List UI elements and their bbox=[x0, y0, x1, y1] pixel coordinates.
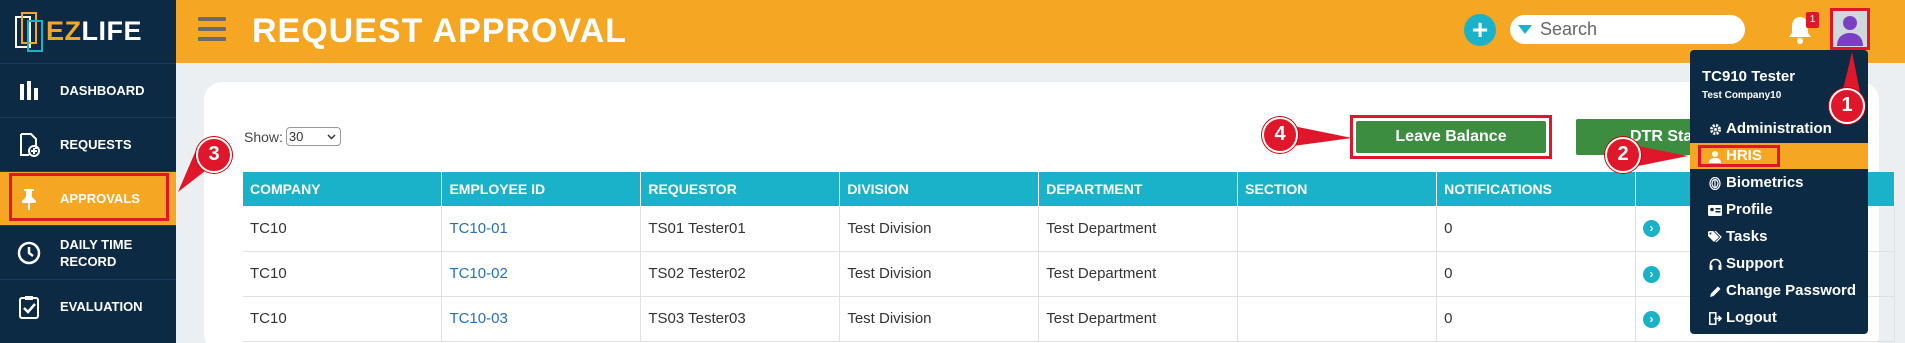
column-header[interactable]: SECTION bbox=[1237, 172, 1438, 206]
page-size-value: 30 bbox=[288, 129, 304, 144]
menu-item-label: Change Password bbox=[1726, 282, 1857, 299]
search-bar bbox=[1510, 15, 1772, 44]
top-bar: REQUEST APPROVAL + 1 bbox=[176, 0, 1905, 63]
cell-employee-id[interactable]: TC10-03 bbox=[441, 296, 642, 342]
app-logo[interactable]: EZLIFE bbox=[0, 0, 176, 63]
tags-icon bbox=[1708, 230, 1722, 244]
sidebar-item-label: DASHBOARD bbox=[60, 83, 145, 98]
menu-item-label: Biometrics bbox=[1726, 174, 1804, 191]
column-header[interactable]: DIVISION bbox=[839, 172, 1040, 206]
leave-balance-button[interactable]: Leave Balance bbox=[1356, 121, 1546, 153]
menu-item-label: Administration bbox=[1726, 120, 1832, 137]
cell-company: TC10 bbox=[243, 251, 443, 297]
cell-employee-id[interactable]: TC10-02 bbox=[441, 251, 642, 297]
cell-department: Test Department bbox=[1038, 251, 1239, 297]
cell-section bbox=[1237, 206, 1438, 252]
search-input[interactable] bbox=[1540, 19, 1772, 40]
logo-text-life: LIFE bbox=[81, 16, 143, 46]
menu-item-logout[interactable]: Logout bbox=[1690, 305, 1868, 331]
menu-item-change-password[interactable]: Change Password bbox=[1690, 278, 1868, 304]
cell-notifications: 0 bbox=[1436, 206, 1637, 252]
page-title: REQUEST APPROVAL bbox=[252, 12, 627, 50]
column-header[interactable]: COMPANY bbox=[243, 172, 443, 206]
leave-balance-highlight: Leave Balance bbox=[1350, 115, 1552, 159]
sidebar-item-label: EVALUATION bbox=[60, 299, 143, 314]
sidebar-item-requests[interactable]: REQUESTS bbox=[0, 117, 176, 171]
sidebar-item-label: REQUESTS bbox=[60, 137, 132, 152]
cell-department: Test Department bbox=[1038, 296, 1239, 342]
pencil-icon bbox=[1708, 284, 1722, 298]
headset-icon bbox=[1708, 257, 1722, 271]
approvals-highlight bbox=[9, 173, 169, 221]
table-row[interactable]: TC10 TC10-03 TS03 Tester03 Test Division… bbox=[243, 296, 1895, 342]
menu-item-label: Logout bbox=[1726, 309, 1777, 326]
menu-item-tasks[interactable]: Tasks bbox=[1690, 224, 1868, 250]
logo-icon bbox=[15, 11, 43, 52]
arrow-right-circle-icon[interactable]: › bbox=[1643, 220, 1661, 238]
clock-icon bbox=[16, 240, 42, 266]
table-row[interactable]: TC10 TC10-01 TS01 Tester01 Test Division… bbox=[243, 206, 1895, 252]
user-name: TC910 Tester bbox=[1702, 68, 1796, 85]
annotation-marker-1: 1 bbox=[1829, 88, 1865, 124]
avatar-icon bbox=[1837, 16, 1863, 46]
show-label: Show: bbox=[244, 128, 283, 145]
logo-text-ez: EZ bbox=[46, 16, 82, 46]
user-company: Test Company10 bbox=[1702, 90, 1782, 101]
arrow-right-circle-icon[interactable]: › bbox=[1643, 265, 1661, 283]
column-header[interactable]: NOTIFICATIONS bbox=[1436, 172, 1637, 206]
hamburger-menu-icon[interactable] bbox=[198, 17, 226, 45]
sidebar-item-label: DAILY TIME RECORD bbox=[60, 236, 133, 269]
column-header[interactable]: DEPARTMENT bbox=[1038, 172, 1239, 206]
cell-department: Test Department bbox=[1038, 206, 1239, 252]
fingerprint-icon bbox=[1708, 176, 1722, 190]
hris-highlight bbox=[1698, 145, 1780, 167]
cell-requestor: TS02 Tester02 bbox=[640, 251, 841, 297]
cell-notifications: 0 bbox=[1436, 296, 1637, 342]
cell-employee-id[interactable]: TC10-01 bbox=[441, 206, 642, 252]
arrow-right-circle-icon[interactable]: › bbox=[1643, 310, 1661, 328]
sidebar: EZLIFE DASHBOARD REQUESTS APPROVALS DAIL… bbox=[0, 0, 176, 343]
menu-item-hris[interactable]: HRIS bbox=[1690, 143, 1868, 169]
column-header[interactable]: EMPLOYEE ID bbox=[441, 172, 642, 206]
menu-item-support[interactable]: Support bbox=[1690, 251, 1868, 277]
menu-item-label: Support bbox=[1726, 255, 1784, 272]
cell-company: TC10 bbox=[243, 296, 443, 342]
annotation-marker-2: 2 bbox=[1605, 137, 1641, 173]
cell-notifications: 0 bbox=[1436, 251, 1637, 297]
bar-chart-icon bbox=[16, 78, 42, 104]
gear-icon bbox=[1708, 122, 1722, 136]
cell-requestor: TS01 Tester01 bbox=[640, 206, 841, 252]
checklist-icon bbox=[16, 294, 42, 320]
document-add-icon bbox=[16, 132, 42, 158]
table-header-row: COMPANY EMPLOYEE ID REQUESTOR DIVISION D… bbox=[243, 172, 1895, 206]
menu-item-label: Tasks bbox=[1726, 228, 1768, 245]
menu-item-profile[interactable]: Profile bbox=[1690, 197, 1868, 223]
search-filter-caret-icon[interactable] bbox=[1518, 25, 1532, 34]
notification-badge: 1 bbox=[1806, 12, 1819, 28]
sidebar-item-daily-time-record[interactable]: DAILY TIME RECORD bbox=[0, 225, 176, 279]
cell-requestor: TS03 Tester03 bbox=[640, 296, 841, 342]
annotation-marker-3: 3 bbox=[196, 137, 232, 173]
chevron-down-icon bbox=[327, 133, 336, 140]
menu-item-biometrics[interactable]: Biometrics bbox=[1690, 170, 1868, 196]
cell-division: Test Division bbox=[839, 206, 1040, 252]
sidebar-item-evaluation[interactable]: EVALUATION bbox=[0, 279, 176, 333]
cell-section bbox=[1237, 296, 1438, 342]
page-size-control: Show: 30 bbox=[244, 127, 341, 146]
user-avatar-button[interactable] bbox=[1830, 8, 1870, 50]
id-card-icon bbox=[1708, 203, 1722, 217]
sidebar-item-dashboard[interactable]: DASHBOARD bbox=[0, 63, 176, 117]
add-button[interactable]: + bbox=[1464, 14, 1496, 46]
menu-item-label: Profile bbox=[1726, 201, 1773, 218]
cell-section bbox=[1237, 251, 1438, 297]
cell-company: TC10 bbox=[243, 206, 443, 252]
page-size-select[interactable]: 30 bbox=[285, 127, 341, 146]
column-header[interactable]: REQUESTOR bbox=[640, 172, 841, 206]
logout-icon bbox=[1708, 311, 1722, 325]
approval-table: COMPANY EMPLOYEE ID REQUESTOR DIVISION D… bbox=[243, 172, 1895, 342]
cell-division: Test Division bbox=[839, 296, 1040, 342]
table-row[interactable]: TC10 TC10-02 TS02 Tester02 Test Division… bbox=[243, 251, 1895, 297]
cell-division: Test Division bbox=[839, 251, 1040, 297]
annotation-marker-4: 4 bbox=[1262, 117, 1298, 153]
